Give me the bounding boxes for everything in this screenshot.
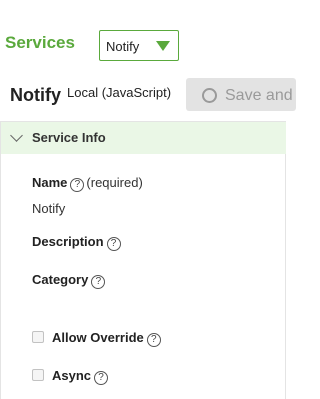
name-label-text: Name bbox=[32, 175, 68, 190]
service-title-row: Notify Local (JavaScript) Save and bbox=[0, 78, 296, 118]
help-icon[interactable]: ? bbox=[146, 333, 161, 347]
help-icon[interactable]: ? bbox=[91, 275, 106, 289]
panel-title: Service Info bbox=[32, 130, 106, 145]
service-info-panel: Service Info Name? (required) Notify Desc… bbox=[0, 121, 286, 399]
save-button-label: Save and bbox=[225, 87, 293, 104]
service-info-header[interactable]: Service Info bbox=[1, 122, 286, 154]
allow-override-label-text: Allow Override bbox=[52, 330, 144, 345]
category-field-label: Category? bbox=[32, 272, 106, 289]
async-checkbox[interactable] bbox=[32, 369, 44, 381]
required-indicator: (required) bbox=[86, 175, 143, 190]
circle-icon bbox=[202, 88, 217, 103]
description-label-text: Description bbox=[32, 234, 104, 249]
help-icon[interactable]: ? bbox=[106, 237, 121, 251]
service-type-label: Local (JavaScript) bbox=[67, 85, 172, 100]
allow-override-label: Allow Override? bbox=[52, 330, 161, 347]
chevron-down-icon bbox=[156, 41, 170, 51]
allow-override-checkbox[interactable] bbox=[32, 331, 44, 343]
service-select-value: Notify bbox=[106, 39, 140, 54]
async-label-text: Async bbox=[52, 368, 92, 383]
chevron-down-icon bbox=[10, 129, 23, 142]
async-label: Async? bbox=[52, 368, 109, 385]
help-icon[interactable]: ? bbox=[94, 371, 109, 385]
name-field-value[interactable]: Notify bbox=[32, 201, 65, 216]
top-bar: Services Notify bbox=[0, 0, 287, 78]
service-name-title: Notify bbox=[10, 85, 61, 105]
save-button[interactable]: Save and bbox=[186, 78, 296, 111]
description-field-label: Description? bbox=[32, 234, 121, 251]
category-label-text: Category bbox=[32, 272, 89, 287]
help-icon[interactable]: ? bbox=[70, 178, 85, 192]
services-heading: Services bbox=[5, 33, 75, 52]
name-field-label: Name? (required) bbox=[32, 175, 143, 192]
service-select[interactable]: Notify bbox=[99, 30, 179, 61]
